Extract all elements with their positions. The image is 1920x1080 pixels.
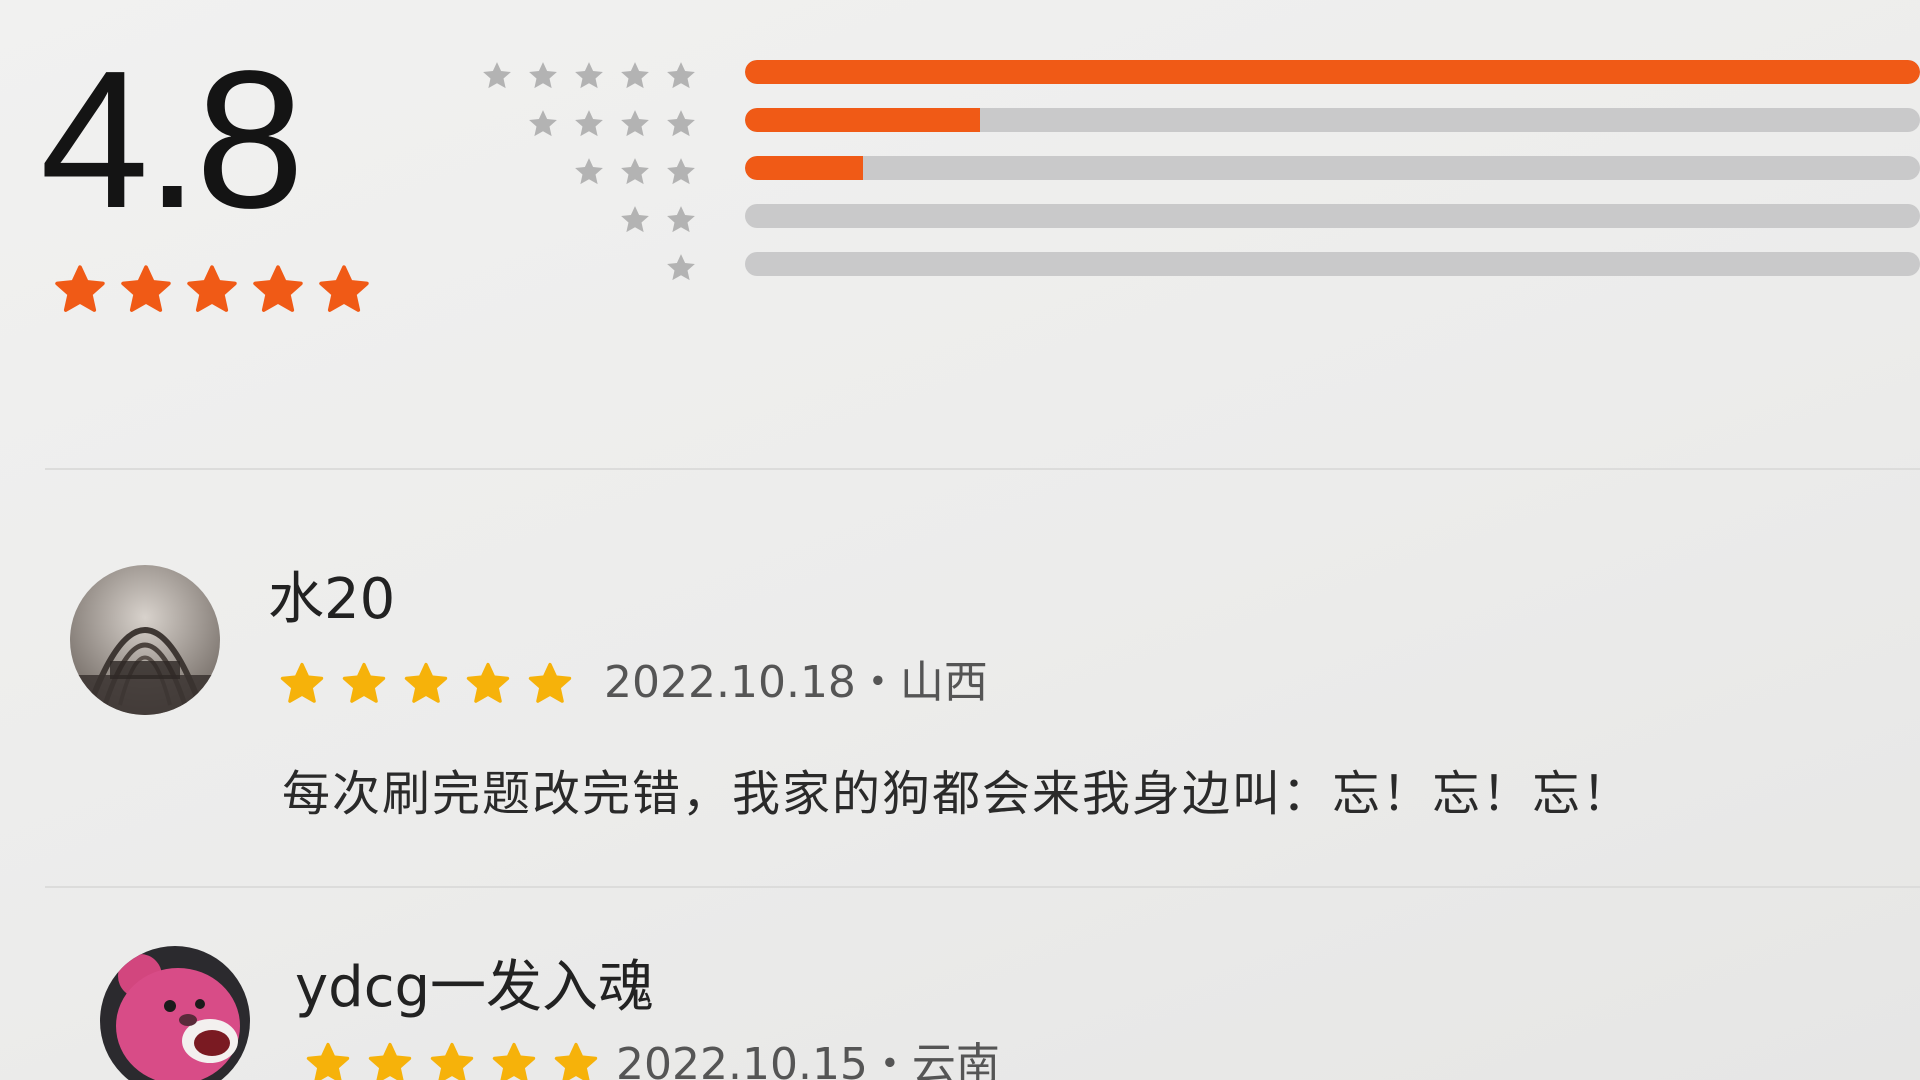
average-star-rating — [52, 262, 372, 318]
star-icon — [280, 662, 324, 703]
star-icon — [466, 662, 510, 703]
distribution-bar-3-star — [745, 156, 1920, 180]
review-text: 每次刷完题改完错，我家的狗都会来我身边叫：忘！忘！忘！ — [282, 766, 1633, 822]
rating-distribution-bars — [745, 60, 1920, 300]
star-icon — [621, 62, 649, 89]
star-icon — [621, 158, 649, 185]
distribution-row-5-star-label — [480, 52, 698, 100]
star-icon — [667, 110, 695, 137]
pink-bear-avatar-icon — [100, 946, 250, 1080]
star-icon — [430, 1042, 474, 1080]
star-icon — [554, 1042, 598, 1080]
star-icon — [575, 110, 603, 137]
reviewer-name[interactable]: 水20 — [268, 568, 395, 632]
star-icon — [492, 1042, 536, 1080]
review-star-rating — [278, 660, 574, 708]
ratings-reviews-page: 4.8 水20 2022.10.18・山西 每次刷完题改完错，我家的狗都会来我身… — [0, 0, 1920, 1080]
distribution-bar-fill — [745, 108, 980, 132]
distribution-star-labels — [480, 52, 698, 292]
star-icon — [529, 110, 557, 137]
star-icon — [187, 265, 237, 312]
star-icon — [667, 206, 695, 233]
divider — [45, 886, 1920, 888]
star-icon — [368, 1042, 412, 1080]
review-star-rating — [304, 1040, 600, 1080]
distribution-row-1-star-label — [480, 244, 698, 292]
distribution-bar-2-star — [745, 204, 1920, 228]
star-icon — [667, 62, 695, 89]
star-icon — [575, 62, 603, 89]
bridge-arch-avatar-icon — [70, 565, 220, 715]
divider — [45, 468, 1920, 470]
reviewer-avatar[interactable] — [100, 946, 250, 1080]
star-icon — [667, 158, 695, 185]
star-icon — [55, 265, 105, 312]
star-icon — [319, 265, 369, 312]
distribution-row-2-star-label — [480, 196, 698, 244]
reviewer-name[interactable]: ydcg一发入魂 — [295, 956, 654, 1020]
distribution-bar-fill — [745, 60, 1920, 84]
star-icon — [528, 662, 572, 703]
star-icon — [575, 158, 603, 185]
review-date-location: 2022.10.18・山西 — [604, 657, 988, 708]
distribution-row-3-star-label — [480, 148, 698, 196]
reviewer-avatar[interactable] — [70, 565, 220, 715]
star-icon — [253, 265, 303, 312]
star-icon — [621, 110, 649, 137]
star-icon — [483, 62, 511, 89]
distribution-bar-1-star — [745, 252, 1920, 276]
star-icon — [306, 1042, 350, 1080]
star-icon — [667, 254, 695, 281]
star-icon — [121, 265, 171, 312]
distribution-bar-4-star — [745, 108, 1920, 132]
distribution-row-4-star-label — [480, 100, 698, 148]
star-icon — [404, 662, 448, 703]
distribution-bar-5-star — [745, 60, 1920, 84]
distribution-bar-fill — [745, 156, 863, 180]
review-date-location: 2022.10.15・云南 — [616, 1039, 1000, 1080]
star-icon — [342, 662, 386, 703]
star-icon — [529, 62, 557, 89]
star-icon — [621, 206, 649, 233]
average-score: 4.8 — [40, 30, 304, 249]
